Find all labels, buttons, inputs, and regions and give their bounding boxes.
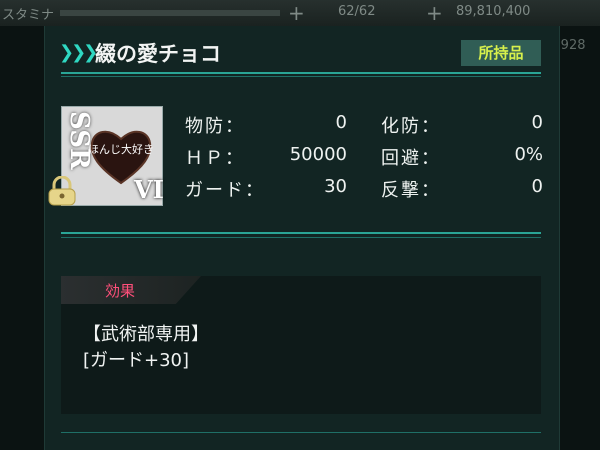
stats-divider (61, 232, 541, 234)
background-status-bar: スタミナ + 62/62 + 89,810,400 (0, 0, 600, 26)
stat-label-chem-def: 化防： (381, 116, 441, 137)
stat-value-phys-def: 0 (335, 112, 347, 133)
chevrons-icon: ❯❯❯ (59, 42, 98, 63)
stat-label-hp: ＨＰ： (185, 148, 245, 169)
stat-value-guard: 30 (324, 176, 347, 197)
effect-line-1: 【武術部専用】 (83, 324, 209, 345)
gold-value: 89,810,400 (456, 4, 531, 19)
stat-label-evasion: 回避： (381, 148, 441, 169)
stat-label-counter: 反撃： (381, 180, 441, 201)
add-stamina-icon: + (288, 1, 305, 25)
item-header: ❯❯❯ 綴の愛チョコ 所持品 (45, 34, 559, 70)
header-divider-thin (61, 76, 541, 77)
stamina-label: スタミナ (2, 8, 55, 23)
effect-tab-label: 効果 (105, 282, 136, 300)
item-detail-panel: ❯❯❯ 綴の愛チョコ 所持品 SSR ほんじ大好き VI 物防： 0 化防： 0… (44, 26, 560, 450)
bottom-divider (61, 432, 541, 433)
owned-items-button[interactable]: 所持品 (461, 40, 541, 66)
stats-divider-thin (61, 237, 541, 238)
effect-line-2: [ガード+30] (83, 350, 190, 371)
stat-label-phys-def: 物防： (185, 116, 245, 137)
stamina-gauge (60, 10, 280, 16)
add-gold-icon: + (426, 1, 443, 25)
stat-value-chem-def: 0 (531, 112, 543, 133)
stat-label-guard: ガード： (185, 180, 265, 201)
choco-text: ほんじ大好き (88, 142, 154, 156)
stat-value-counter: 0 (531, 176, 543, 197)
stat-value-hp: 50000 (289, 144, 347, 165)
rank-label: VI (134, 175, 164, 204)
stat-value-evasion: 0% (514, 144, 543, 165)
item-title: 綴の愛チョコ (95, 42, 221, 66)
lock-icon[interactable] (45, 176, 79, 206)
header-divider (61, 72, 541, 74)
stamina-value: 62/62 (338, 4, 376, 19)
